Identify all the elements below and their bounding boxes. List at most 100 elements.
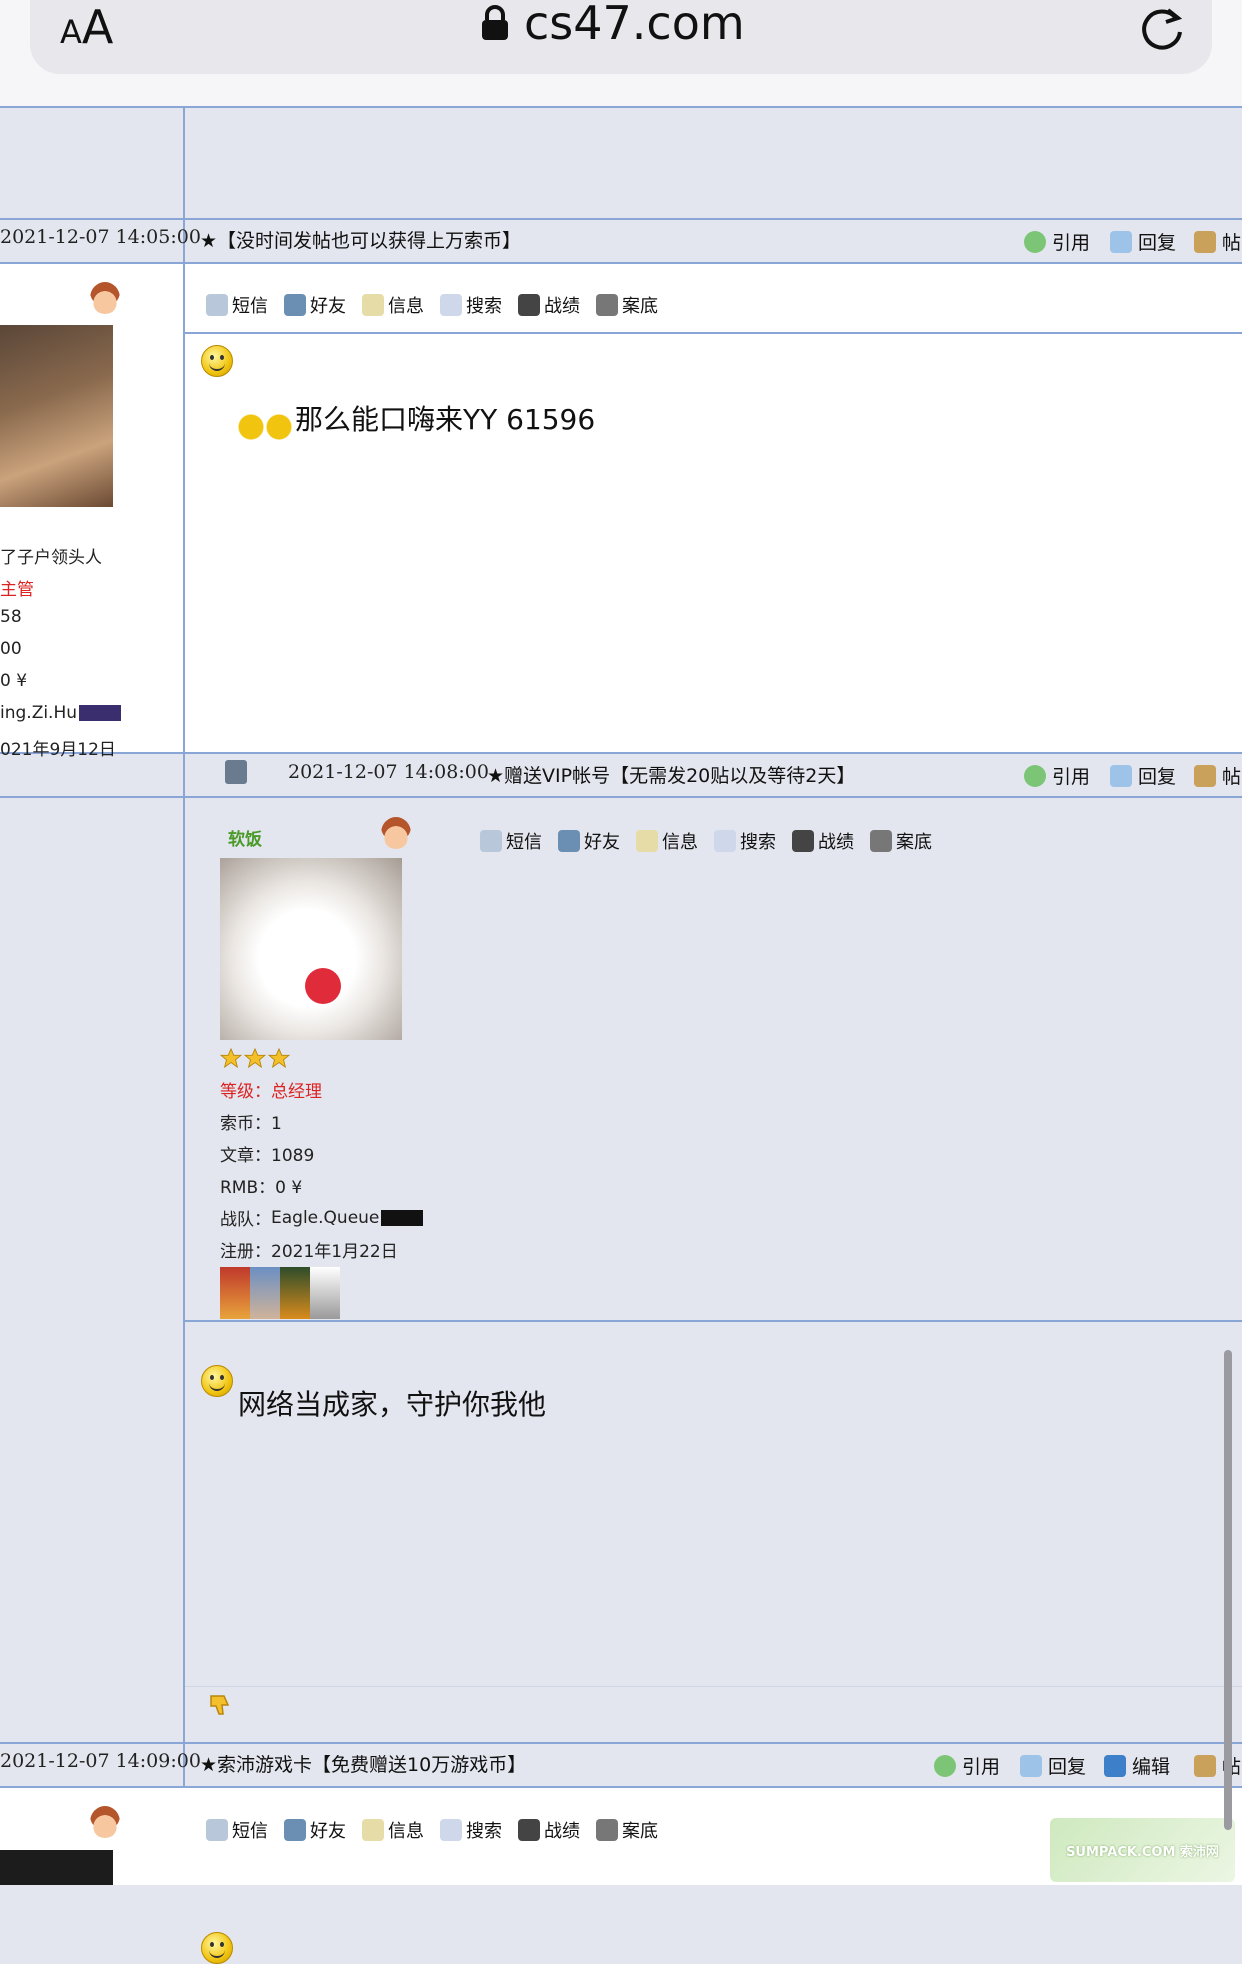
friend-icon [284,1819,306,1841]
reply-button[interactable]: 回复 [1020,1752,1086,1779]
url-display[interactable]: cs47.com [480,0,745,50]
star-icon [244,1048,266,1068]
user-team: ing.Zi.Hu [0,703,122,723]
reply-button[interactable]: 回复 [1110,762,1176,789]
info-button[interactable]: 信息 [362,292,424,318]
record-icon [518,1819,540,1841]
site-watermark: SUMPACK.COM 索沛网 [1050,1818,1235,1882]
medal-icon [310,1267,340,1319]
angry-emoji-icon [237,412,293,442]
reply-button[interactable]: 回复 [1110,228,1176,255]
archive-icon [870,830,892,852]
user-rmb: 0 ¥ [0,671,28,691]
row-divider [185,1320,1242,1322]
message-button[interactable]: 短信 [206,292,268,318]
reply-icon [1110,764,1132,787]
post-title[interactable]: ★【没时间发帖也可以获得上万索币】 [200,226,521,253]
user-toolbar: 短信 好友 信息 搜索 战绩 案底 [480,828,932,854]
user-name[interactable]: 软饭 [228,825,262,850]
edit-button[interactable]: 编辑 [1104,1752,1170,1779]
friend-icon [284,294,306,316]
user-title: 了子户领头人 [0,548,102,568]
reply-icon [1110,230,1132,253]
archive-button[interactable]: 案底 [596,292,658,318]
gender-icon [90,1806,120,1838]
row-divider [0,1742,1242,1744]
row-divider [0,796,1242,798]
quote-button[interactable]: 引用 [1024,228,1090,255]
post-button[interactable]: 帖 [1194,762,1241,789]
user-rmb: RMB：0 ¥ [220,1178,303,1198]
row-divider [0,752,1242,754]
post-time: 2021-12-07 14:09:00 [0,1750,201,1772]
message-button[interactable]: 短信 [206,1817,268,1843]
post-body [185,334,1242,752]
scrollbar[interactable] [1224,1350,1232,1830]
user-articles: 文章：1089 [220,1146,315,1166]
quote-button[interactable]: 引用 [934,1752,1000,1779]
text-size-button[interactable]: AA [60,0,113,54]
reply-icon [1020,1754,1042,1777]
url-text: cs47.com [524,0,745,50]
record-button[interactable]: 战绩 [518,1817,580,1843]
user-rank: 等级：总经理 [220,1082,322,1102]
search-button[interactable]: 搜索 [440,292,502,318]
user-registered: 021年9月12日 [0,740,116,760]
archive-button[interactable]: 案底 [596,1817,658,1843]
smiley-icon [201,345,233,377]
friend-button[interactable]: 好友 [284,292,346,318]
post-content: 那么能口嗨来YY 61596 [295,403,596,436]
info-button[interactable]: 信息 [362,1817,424,1843]
post-icon [1194,764,1216,787]
archive-button[interactable]: 案底 [870,828,932,854]
user-registered: 注册：2021年1月22日 [220,1242,398,1262]
post-title[interactable]: ★赠送VIP帐号【无需发20贴以及等待2天】 [487,761,855,788]
record-button[interactable]: 战绩 [792,828,854,854]
smiley-icon [201,1365,233,1397]
medal-icon [220,1267,250,1319]
search-icon [440,294,462,316]
thumbs-down-icon[interactable] [208,1692,234,1718]
record-button[interactable]: 战绩 [518,292,580,318]
friend-button[interactable]: 好友 [284,1817,346,1843]
record-icon [792,830,814,852]
search-icon [714,830,736,852]
computer-icon [225,760,247,784]
user-team: 战队： Eagle.Queue [220,1205,424,1230]
post-button[interactable]: 帖 [1194,1752,1241,1779]
post-icon [1194,1754,1216,1777]
search-icon [440,1819,462,1841]
reload-icon[interactable] [1136,2,1188,54]
gender-icon [90,282,120,314]
row-divider [185,1686,1242,1687]
star-rating [220,1048,290,1068]
post-time: 2021-12-07 14:05:00 [0,226,201,248]
user-toolbar: 短信 好友 信息 搜索 战绩 案底 [206,292,658,318]
info-button[interactable]: 信息 [636,828,698,854]
info-icon [362,1819,384,1841]
message-button[interactable]: 短信 [480,828,542,854]
gender-icon [381,817,411,849]
search-button[interactable]: 搜索 [440,1817,502,1843]
friend-button[interactable]: 好友 [558,828,620,854]
user-coins: 索币：1 [220,1114,282,1134]
record-icon [518,294,540,316]
post-time: 2021-12-07 14:08:00 [288,761,489,783]
avatar [0,1850,113,1885]
quote-icon [1024,764,1046,787]
lock-icon [482,5,508,40]
message-icon [480,830,502,852]
archive-icon [596,1819,618,1841]
avatar [220,858,402,1040]
star-icon [268,1048,290,1068]
quote-icon [1024,230,1046,253]
search-button[interactable]: 搜索 [714,828,776,854]
user-articles: 00 [0,639,22,659]
post-content: 网络当成家，守护你我他 [238,1388,547,1421]
post-button[interactable]: 帖 [1194,228,1241,255]
edit-icon [1104,1754,1126,1777]
quote-button[interactable]: 引用 [1024,762,1090,789]
friend-icon [558,830,580,852]
team-badge-icon [381,1209,424,1226]
post-title[interactable]: ★索沛游戏卡【免费赠送10万游戏币】 [200,1750,526,1777]
